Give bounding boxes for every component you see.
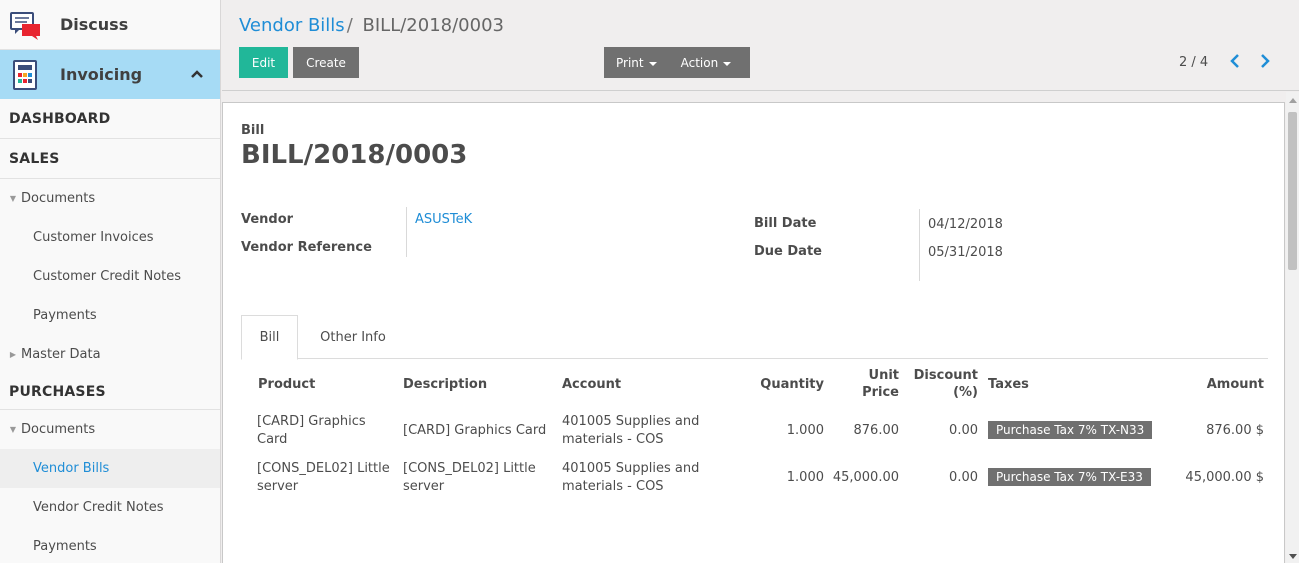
vertical-scrollbar[interactable] <box>1286 92 1299 563</box>
breadcrumb-current: BILL/2018/0003 <box>362 15 504 36</box>
cell-unit-price: 45,000.00 <box>832 469 899 485</box>
app-discuss[interactable]: Discuss <box>0 0 220 50</box>
menu-purchases-documents-label: Documents <box>21 422 96 437</box>
cell-taxes: Purchase Tax 7% TX-E33 <box>982 454 1163 501</box>
notebook-tabs: Bill Other Info <box>241 315 1268 360</box>
cell-taxes: Purchase Tax 7% TX-N33 <box>982 407 1163 454</box>
col-header-account[interactable]: Account <box>558 361 748 407</box>
table-row[interactable]: [CONS_DEL02] Little server [CONS_DEL02] … <box>241 454 1268 501</box>
menu-vendor-bills[interactable]: Vendor Bills <box>0 449 220 488</box>
breadcrumb: Vendor Bills / BILL/2018/0003 <box>239 15 504 36</box>
invoicing-icon <box>10 59 42 91</box>
invoice-lines-table: Product Description Account Quantity Uni… <box>241 361 1268 501</box>
edit-button[interactable]: Edit <box>239 47 288 78</box>
tax-tag: Purchase Tax 7% TX-N33 <box>988 421 1153 439</box>
print-label: Print <box>616 55 644 70</box>
col-header-product[interactable]: Product <box>241 361 399 407</box>
due-date-value: 05/31/2018 <box>928 245 1003 260</box>
breadcrumb-vendor-bills[interactable]: Vendor Bills <box>239 15 345 36</box>
tab-other-info[interactable]: Other Info <box>305 315 401 359</box>
app-invoicing[interactable]: Invoicing <box>0 50 220 99</box>
menu-sales-header: SALES <box>0 139 220 179</box>
caret-down-icon: ▼ <box>9 194 17 203</box>
chevron-left-icon[interactable] <box>1228 53 1242 73</box>
cell-discount: 0.00 <box>949 469 978 485</box>
menu-customer-invoices[interactable]: Customer Invoices <box>0 218 220 257</box>
form-view: Bill BILL/2018/0003 Vendor Vendor Refere… <box>222 92 1285 563</box>
col-header-description[interactable]: Description <box>399 361 558 407</box>
cell-product: [CARD] Graphics Card <box>257 413 366 447</box>
bill-date-label: Bill Date <box>754 216 817 231</box>
sidebar-actions: Print Action <box>604 47 750 78</box>
menu-vendor-credit-notes[interactable]: Vendor Credit Notes <box>0 488 220 527</box>
tab-bill[interactable]: Bill <box>241 315 298 360</box>
pager-value[interactable]: 2 / 4 <box>1179 55 1208 70</box>
menu-purchases-payments[interactable]: Payments <box>0 527 220 563</box>
document-type-label: Bill <box>241 123 265 138</box>
action-dropdown[interactable]: Action <box>669 47 744 78</box>
caret-down-icon <box>648 61 657 66</box>
cell-quantity: 1.000 <box>786 469 824 485</box>
cell-discount: 0.00 <box>949 422 978 438</box>
col-header-amount[interactable]: Amount <box>1163 361 1268 407</box>
tax-tag: Purchase Tax 7% TX-E33 <box>988 468 1151 486</box>
unit-price-header-line1: Unit <box>868 368 899 383</box>
control-panel: Vendor Bills / BILL/2018/0003 Edit Create… <box>222 0 1299 91</box>
menu-master-data[interactable]: ▶ Master Data <box>0 335 220 374</box>
caret-right-icon: ▶ <box>9 350 17 359</box>
cell-quantity: 1.000 <box>786 422 824 438</box>
action-label: Action <box>680 55 719 70</box>
cell-description: [CARD] Graphics Card <box>403 422 547 438</box>
menu-customer-credit-notes[interactable]: Customer Credit Notes <box>0 257 220 296</box>
app-sidebar: Discuss Invoicing DASHBOARD SALES ▼ Docu… <box>0 0 221 563</box>
cell-amount: 876.00 $ <box>1206 422 1264 438</box>
menu-purchases-documents[interactable]: ▼ Documents <box>0 410 220 449</box>
scroll-down-arrow-icon[interactable] <box>1289 554 1297 559</box>
col-header-unit-price[interactable]: Unit Price <box>828 361 903 407</box>
cell-product: [CONS_DEL02] Little server <box>257 460 390 494</box>
bill-date-value: 04/12/2018 <box>928 217 1003 232</box>
breadcrumb-separator: / <box>346 15 353 36</box>
caret-down-icon <box>723 61 732 66</box>
create-button[interactable]: Create <box>293 47 359 78</box>
menu-purchases-header: PURCHASES <box>0 374 220 410</box>
col-header-taxes[interactable]: Taxes <box>982 361 1163 407</box>
scroll-up-arrow-icon[interactable] <box>1289 98 1297 103</box>
table-row[interactable]: [CARD] Graphics Card [CARD] Graphics Car… <box>241 407 1268 454</box>
menu-dashboard[interactable]: DASHBOARD <box>0 99 220 139</box>
vendor-reference-label: Vendor Reference <box>241 240 372 255</box>
col-header-discount[interactable]: Discount (%) <box>903 361 982 407</box>
table-header-row: Product Description Account Quantity Uni… <box>241 361 1268 407</box>
document-number: BILL/2018/0003 <box>241 140 468 170</box>
chevron-right-icon[interactable] <box>1258 53 1272 73</box>
scrollbar-thumb[interactable] <box>1288 112 1297 270</box>
chevron-up-icon[interactable] <box>190 67 204 85</box>
menu-sales-payments[interactable]: Payments <box>0 296 220 335</box>
menu-master-data-label: Master Data <box>21 347 101 362</box>
discuss-icon <box>10 9 42 41</box>
field-divider <box>406 207 407 257</box>
discount-header-line2: (%) <box>953 385 978 400</box>
menu-sales-documents[interactable]: ▼ Documents <box>0 179 220 218</box>
cell-account: 401005 Supplies and materials - COS <box>562 460 700 494</box>
print-dropdown[interactable]: Print <box>604 47 669 78</box>
cell-amount: 45,000.00 $ <box>1185 469 1264 485</box>
menu-sales-documents-label: Documents <box>21 191 96 206</box>
caret-down-icon: ▼ <box>9 425 17 434</box>
form-sheet: Bill BILL/2018/0003 Vendor Vendor Refere… <box>222 102 1285 563</box>
unit-price-header-line2: Price <box>862 385 899 400</box>
app-discuss-label: Discuss <box>60 15 129 34</box>
vendor-link[interactable]: ASUSTeK <box>415 212 472 227</box>
due-date-label: Due Date <box>754 244 822 259</box>
app-invoicing-label: Invoicing <box>60 65 143 84</box>
field-divider <box>919 209 920 281</box>
cell-account: 401005 Supplies and materials - COS <box>562 413 700 447</box>
cell-description: [CONS_DEL02] Little server <box>403 460 536 494</box>
discount-header-line1: Discount <box>913 368 978 383</box>
vendor-label: Vendor <box>241 212 294 227</box>
cell-unit-price: 876.00 <box>853 422 900 438</box>
col-header-quantity[interactable]: Quantity <box>748 361 828 407</box>
